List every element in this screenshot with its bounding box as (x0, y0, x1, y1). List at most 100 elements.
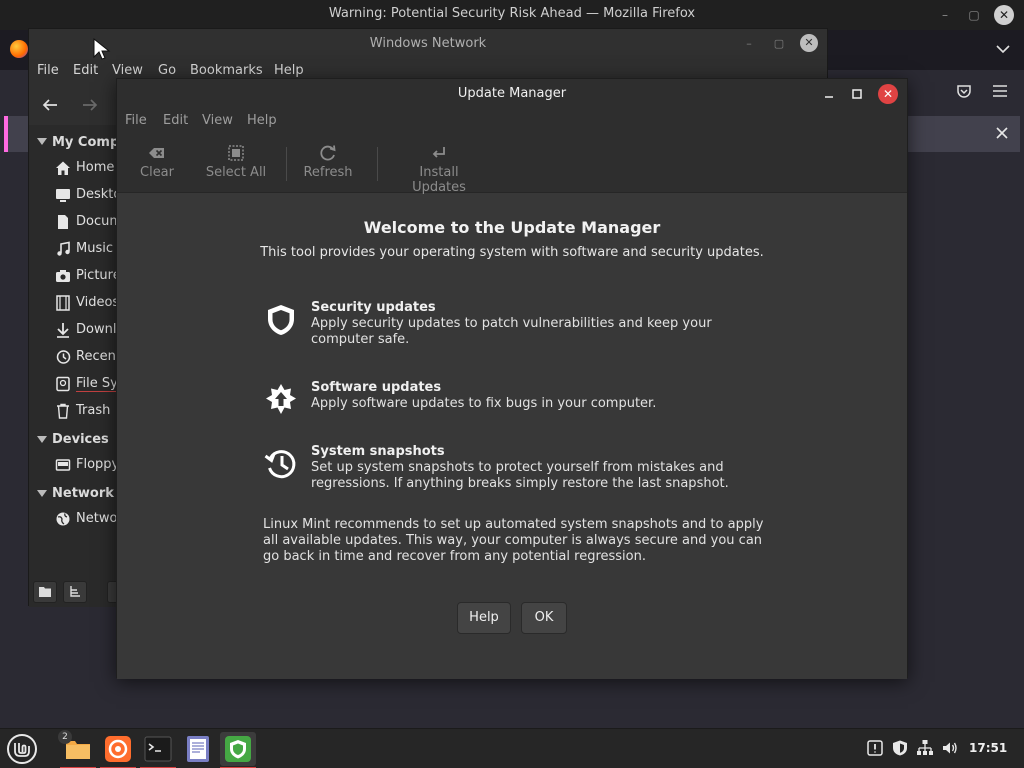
clear-icon (149, 148, 164, 158)
maximize-icon[interactable] (848, 85, 866, 103)
sidebar-section-devices[interactable]: Devices (52, 432, 109, 447)
refresh-button[interactable]: Refresh (301, 139, 355, 187)
nemo-window-title: Windows Network (369, 36, 487, 51)
help-button[interactable]: Help (457, 602, 511, 634)
tree-view-button[interactable] (63, 581, 87, 603)
sidebar-section-network[interactable]: Network (52, 486, 114, 501)
minimize-icon[interactable] (820, 85, 838, 103)
nemo-menu-view[interactable]: View (112, 63, 143, 78)
nemo-menu-edit[interactable]: Edit (73, 63, 98, 78)
taskbar-firefox[interactable] (100, 732, 136, 768)
sidebar-item-label: File System (76, 376, 121, 392)
feature-title: Security updates (311, 300, 436, 315)
firefox-minimize-button[interactable]: – (936, 6, 954, 24)
places-view-button[interactable] (33, 581, 57, 603)
update-manager-title: Update Manager (457, 86, 567, 101)
clear-button[interactable]: Clear (133, 139, 181, 187)
firefox-close-button[interactable]: ✕ (994, 5, 1014, 25)
update-manager-titlebar: Update Manager ✕ (117, 79, 907, 109)
install-updates-label: Install Updates (412, 165, 466, 195)
um-menu-view[interactable]: View (202, 113, 233, 128)
back-arrow-icon[interactable] (41, 97, 59, 113)
feature-description: Set up system snapshots to protect yours… (311, 460, 729, 491)
nemo-maximize-button[interactable]: ▢ (771, 37, 787, 50)
document-icon (58, 215, 68, 229)
select-all-label: Select All (205, 165, 267, 180)
sidebar-item-label: Documents (76, 214, 121, 229)
firefox-maximize-button[interactable]: ▢ (965, 6, 983, 24)
drive-icon (56, 376, 70, 392)
clock[interactable]: 17:51 (969, 741, 1007, 755)
firefox-icon (105, 736, 131, 762)
taskbar-terminal[interactable] (140, 732, 176, 768)
nemo-sidebar-footer (29, 575, 121, 607)
desktop-icon (56, 189, 70, 202)
forward-arrow-icon[interactable] (81, 97, 99, 113)
install-updates-button[interactable]: Install Updates (391, 139, 487, 195)
um-menu-file[interactable]: File (125, 113, 147, 128)
firefox-window-title: Warning: Potential Security Risk Ahead —… (328, 6, 696, 21)
feature-title: Software updates (311, 380, 442, 395)
nemo-titlebar: Windows Network – ▢ ✕ (29, 29, 827, 59)
taskbar-files[interactable]: 2 (58, 730, 96, 768)
nemo-menu-file[interactable]: File (37, 63, 59, 78)
camera-icon (56, 270, 70, 282)
install-icon (432, 147, 445, 158)
sidebar-item-label: Downloads (76, 322, 121, 337)
sidebar-item-label: Desktop (76, 187, 121, 202)
pocket-icon[interactable] (955, 82, 973, 100)
globe-icon (56, 512, 70, 526)
close-icon[interactable] (994, 125, 1010, 141)
expand-triangle-icon[interactable] (37, 490, 47, 498)
update-manager-menubar: File Edit View Help (117, 109, 907, 133)
um-menu-edit[interactable]: Edit (163, 113, 188, 128)
folder-icon (39, 587, 51, 597)
taskbar-text-editor[interactable] (180, 732, 216, 766)
nemo-minimize-button[interactable]: – (741, 37, 757, 50)
taskbar-update-manager[interactable] (220, 732, 256, 768)
um-menu-help[interactable]: Help (247, 113, 277, 128)
firefox-logo-icon (10, 40, 28, 58)
shield-icon (268, 305, 294, 335)
update-manager-close-button[interactable]: ✕ (878, 84, 898, 104)
mouse-cursor-icon (93, 37, 111, 60)
feature-title: System snapshots (311, 444, 445, 459)
update-manager-toolbar: Clear Select All Refresh Install Updates (117, 133, 907, 195)
sidebar-item-label: Music (76, 241, 113, 256)
firefox-titlebar: Warning: Potential Security Risk Ahead —… (0, 0, 1024, 30)
sidebar-item-label: Pictures (76, 268, 121, 283)
linux-mint-menu-icon[interactable] (6, 733, 38, 765)
hamburger-menu-icon[interactable] (991, 83, 1009, 99)
sidebar-section-my-computer[interactable]: My Computer (52, 135, 121, 150)
feature-description: Apply software updates to fix bugs in yo… (311, 396, 657, 411)
chevron-down-icon[interactable] (994, 42, 1012, 56)
ok-button[interactable]: OK (521, 602, 567, 634)
sidebar-item-label: Home (76, 160, 115, 175)
window-count-badge: 2 (58, 730, 72, 744)
nemo-close-button[interactable]: ✕ (800, 34, 818, 52)
expand-triangle-icon[interactable] (37, 138, 47, 146)
volume-icon[interactable] (941, 739, 959, 757)
recommendation-text: Linux Mint recommends to set up automate… (263, 517, 764, 564)
music-icon (57, 241, 70, 256)
nemo-menu-help[interactable]: Help (274, 63, 304, 78)
floppy-icon (55, 459, 71, 471)
terminal-icon (144, 736, 172, 762)
toolbar-separator (377, 147, 378, 181)
welcome-subtitle: This tool provides your operating system… (260, 245, 764, 260)
home-icon (56, 161, 70, 175)
welcome-panel: Welcome to the Update Manager This tool … (117, 194, 907, 679)
download-icon (57, 323, 69, 338)
select-all-button[interactable]: Select All (203, 139, 269, 187)
nemo-menu-bookmarks[interactable]: Bookmarks (190, 63, 263, 78)
tree-icon (70, 586, 80, 597)
expand-triangle-icon[interactable] (37, 436, 47, 444)
update-shield-icon[interactable] (891, 739, 909, 757)
nemo-menu-go[interactable]: Go (158, 63, 176, 78)
network-icon[interactable] (916, 739, 934, 757)
sidebar-item-label: Floppy (76, 457, 120, 472)
refresh-label: Refresh (303, 165, 353, 180)
taskbar: 2 17:51 (0, 728, 1024, 768)
notification-icon[interactable] (866, 739, 884, 757)
sidebar-item-label: Trash (76, 403, 111, 418)
